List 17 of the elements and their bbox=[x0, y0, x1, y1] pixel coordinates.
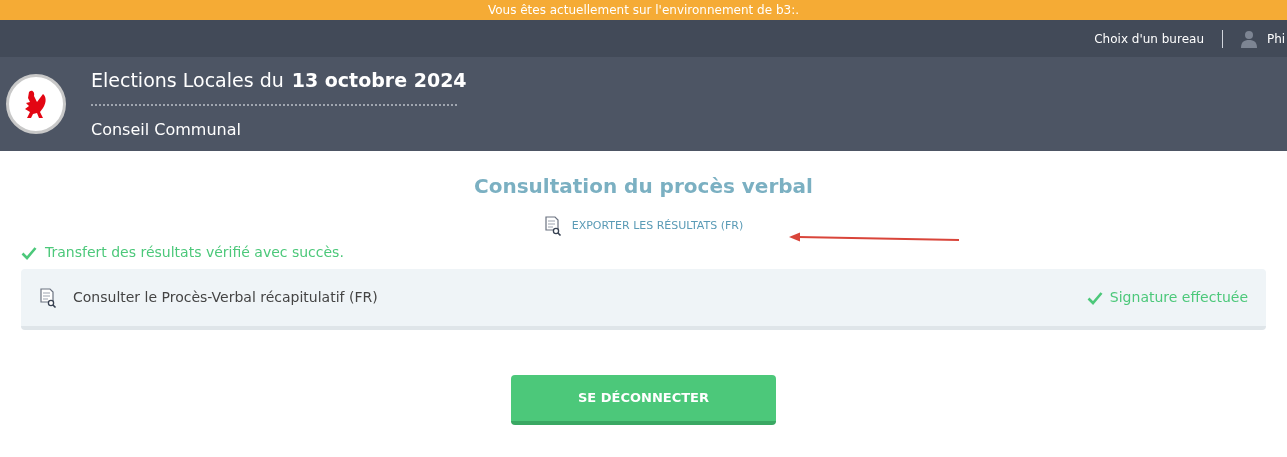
signature-status: Signature effectuée bbox=[1109, 288, 1248, 307]
check-icon bbox=[1086, 290, 1103, 305]
document-label: Consulter le Procès-Verbal récapitulatif (FR) bbox=[73, 288, 378, 307]
election-title: Elections Locales du bbox=[91, 67, 284, 93]
election-date: 13 octobre 2024 bbox=[291, 67, 467, 93]
document-search-icon bbox=[39, 287, 57, 308]
document-row[interactable]: Consulter le Procès-Verbal récapitulatif (FR) Signature effectuée bbox=[21, 269, 1266, 330]
office-link[interactable]: Choix d'un bureau bbox=[1094, 29, 1204, 48]
page-title: Consultation du procès verbal bbox=[474, 173, 813, 200]
environment-banner: Vous êtes actuellement sur l'environnement de b3:. bbox=[0, 0, 1287, 20]
document-search-icon bbox=[543, 216, 562, 236]
success-message: Transfert des résultats vérifié avec succès. bbox=[45, 243, 344, 262]
user-icon bbox=[1241, 29, 1257, 48]
coat-of-arms-logo bbox=[6, 74, 66, 134]
user-name[interactable]: Phi bbox=[1267, 29, 1287, 48]
council-name: Conseil Communal bbox=[91, 119, 242, 142]
check-icon bbox=[21, 245, 37, 260]
